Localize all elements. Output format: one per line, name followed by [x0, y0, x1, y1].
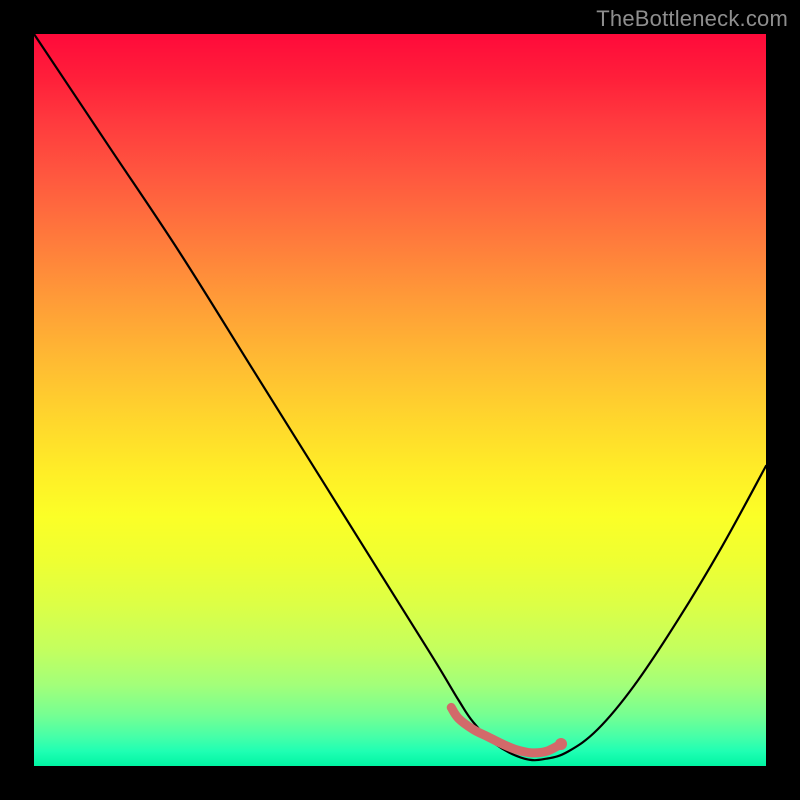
- highlight-point: [555, 738, 567, 750]
- curve-layer: [34, 34, 766, 766]
- curve-line: [34, 34, 766, 760]
- chart-frame: TheBottleneck.com: [0, 0, 800, 800]
- plot-area: [34, 34, 766, 766]
- watermark-text: TheBottleneck.com: [596, 6, 788, 32]
